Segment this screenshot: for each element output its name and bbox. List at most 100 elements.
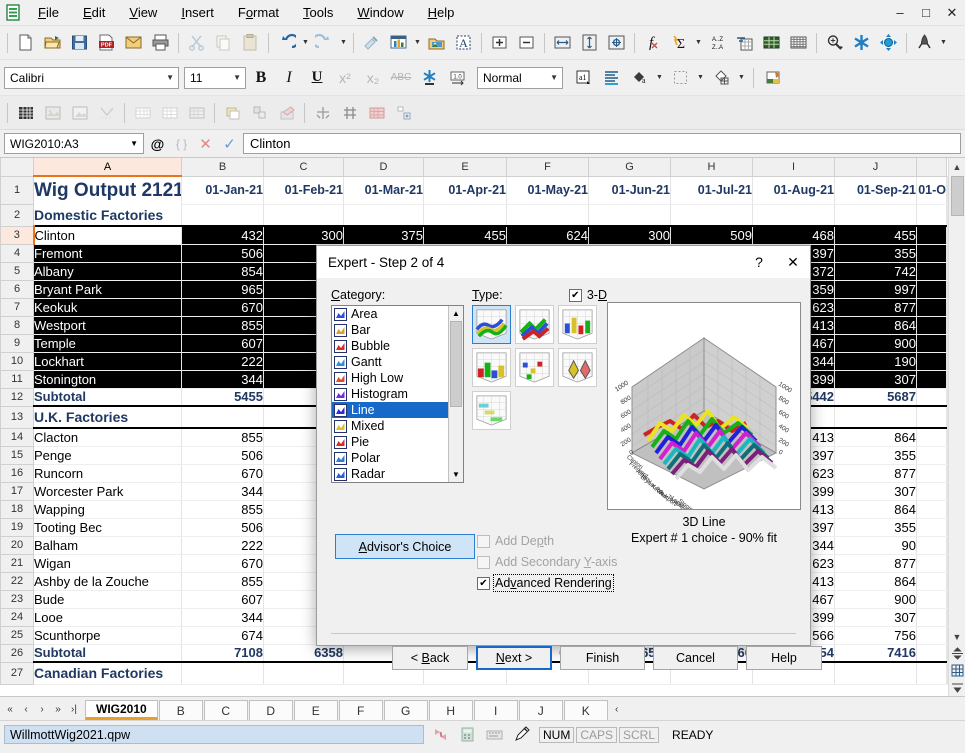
cancel-button[interactable]: Cancel <box>653 646 738 670</box>
cell-K13[interactable] <box>916 406 947 429</box>
sheet-tab-i[interactable]: I <box>473 700 518 720</box>
cell-J19[interactable]: 355 <box>834 518 917 537</box>
cell-J13[interactable] <box>834 406 917 429</box>
cell-A9[interactable]: Temple <box>33 334 182 353</box>
cell-J12[interactable]: 5687 <box>834 388 917 407</box>
row-header-24[interactable]: 24 <box>0 607 34 627</box>
cell-A19[interactable]: Tooting Bec <box>33 518 182 537</box>
column-header-j[interactable]: J <box>834 158 917 177</box>
highlight-icon[interactable] <box>416 65 442 91</box>
keyboard-icon[interactable] <box>483 725 505 745</box>
row-header-17[interactable]: 17 <box>0 481 34 501</box>
category-item-gantt[interactable]: Gantt <box>332 354 448 370</box>
open-folder-icon[interactable] <box>39 29 66 56</box>
cell-A20[interactable]: Balham <box>33 536 182 555</box>
menu-edit[interactable]: Edit <box>71 1 117 24</box>
borders-dropdown-icon[interactable]: ▼ <box>695 64 706 91</box>
sort-az-icon[interactable]: A..Z Z..A <box>704 29 731 56</box>
sheet-tab-k[interactable]: K <box>563 700 608 720</box>
type-thumbnail-3d-line-ribbon[interactable] <box>472 305 511 344</box>
cell-K26[interactable] <box>916 644 947 663</box>
cell-B5[interactable]: 854 <box>181 262 264 281</box>
row-header-19[interactable]: 19 <box>0 517 34 537</box>
cell-B15[interactable]: 506 <box>181 446 264 465</box>
column-header-c[interactable]: C <box>263 158 344 177</box>
cell-B24[interactable]: 344 <box>181 608 264 627</box>
table-grid-icon[interactable] <box>156 99 183 126</box>
row-header-20[interactable]: 20 <box>0 535 34 555</box>
cell-B4[interactable]: 506 <box>181 244 264 263</box>
tab-overflow-icon[interactable]: ‹ <box>609 698 625 720</box>
cell-K3[interactable] <box>916 225 947 245</box>
cell-K10[interactable] <box>916 352 947 371</box>
cell-I3[interactable]: 468 <box>752 225 835 245</box>
cell-A14[interactable]: Clacton <box>33 427 182 447</box>
cell-F2[interactable] <box>506 204 589 227</box>
quickcell-icon[interactable] <box>848 29 875 56</box>
cell-B7[interactable]: 670 <box>181 298 264 317</box>
cell-B1[interactable]: 01-Jan-21 <box>181 176 264 205</box>
category-item-bar[interactable]: Bar <box>332 322 448 338</box>
text-box-icon[interactable]: A <box>450 29 477 56</box>
column-header-a[interactable]: A <box>33 158 182 177</box>
threed-checkbox-row[interactable]: ✔ 3-D <box>568 288 607 302</box>
split-pane-icon[interactable] <box>949 645 965 662</box>
column-header-k[interactable] <box>916 158 947 177</box>
pdf-export-icon[interactable]: PDF <box>93 29 120 56</box>
fill-color-icon[interactable] <box>708 65 734 91</box>
bold-button[interactable]: B <box>248 65 274 91</box>
cell-K11[interactable] <box>916 370 947 389</box>
launch-dropdown-icon[interactable]: ▼ <box>938 29 949 56</box>
cell-K17[interactable] <box>916 482 947 501</box>
type-thumbnail-3d-line-bar[interactable] <box>472 348 511 387</box>
row-header-15[interactable]: 15 <box>0 445 34 465</box>
cell-I1[interactable]: 01-Aug-21 <box>752 176 835 205</box>
cell-K1[interactable]: 01-O <box>916 176 947 205</box>
row-header-13[interactable]: 13 <box>0 405 34 429</box>
cell-B3[interactable]: 432 <box>181 225 264 245</box>
cell-J10[interactable]: 190 <box>834 352 917 371</box>
sheet-fill-icon[interactable] <box>758 29 785 56</box>
cell-A10[interactable]: Lockhart <box>33 352 182 371</box>
highlight-cells-icon[interactable] <box>363 99 390 126</box>
quicksum-dropdown-icon[interactable]: ▼ <box>693 29 704 56</box>
cell-J22[interactable]: 864 <box>834 572 917 591</box>
outline-icon[interactable] <box>390 99 417 126</box>
back-button[interactable]: < Back <box>392 646 468 670</box>
menu-tools[interactable]: Tools <box>291 1 345 24</box>
at-function-icon[interactable]: @ <box>147 133 168 154</box>
maximize-button[interactable]: □ <box>913 1 939 25</box>
object-front-icon[interactable] <box>219 99 246 126</box>
add-secondary-y-checkbox[interactable] <box>477 555 490 569</box>
cell-G3[interactable]: 300 <box>588 225 671 245</box>
vertical-scrollbar[interactable]: ▲ ▼ <box>948 158 965 696</box>
picture-frame-icon[interactable] <box>66 99 93 126</box>
dialog-help-icon[interactable]: ? <box>742 246 776 278</box>
first-sheet-icon[interactable]: « <box>2 698 18 720</box>
table-row[interactable]: 2 Domestic Factories <box>0 203 948 227</box>
row-header-25[interactable]: 25 <box>0 625 34 645</box>
cell-B16[interactable]: 670 <box>181 464 264 483</box>
sheet-tab-wig2010[interactable]: WIG2010 <box>85 700 158 720</box>
cell-K6[interactable] <box>916 280 947 299</box>
advanced-rendering-checkbox[interactable]: ✔ <box>477 576 490 590</box>
cell-A3[interactable]: Clinton <box>33 225 182 245</box>
cell-E2[interactable] <box>423 204 507 227</box>
category-scrollbar[interactable]: ▲ ▼ <box>448 306 463 482</box>
cell-A16[interactable]: Runcorn <box>33 464 182 483</box>
category-item-high-low[interactable]: High Low <box>332 370 448 386</box>
object-style-icon[interactable] <box>273 99 300 126</box>
cell-K12[interactable] <box>916 388 947 407</box>
column-header-b[interactable]: B <box>181 158 264 177</box>
underline-button[interactable]: U <box>304 65 330 91</box>
fit-selection-icon[interactable] <box>603 29 630 56</box>
advisors-choice-button[interactable]: Advisor's Choice <box>335 534 475 559</box>
row-header-6[interactable]: 6 <box>0 279 34 299</box>
menu-window[interactable]: Window <box>345 1 415 24</box>
cell-J5[interactable]: 742 <box>834 262 917 281</box>
row-header-10[interactable]: 10 <box>0 351 34 371</box>
row-header-8[interactable]: 8 <box>0 315 34 335</box>
sheet-tab-j[interactable]: J <box>518 700 563 720</box>
row-header-14[interactable]: 14 <box>0 427 34 447</box>
trend-icon[interactable] <box>93 99 120 126</box>
